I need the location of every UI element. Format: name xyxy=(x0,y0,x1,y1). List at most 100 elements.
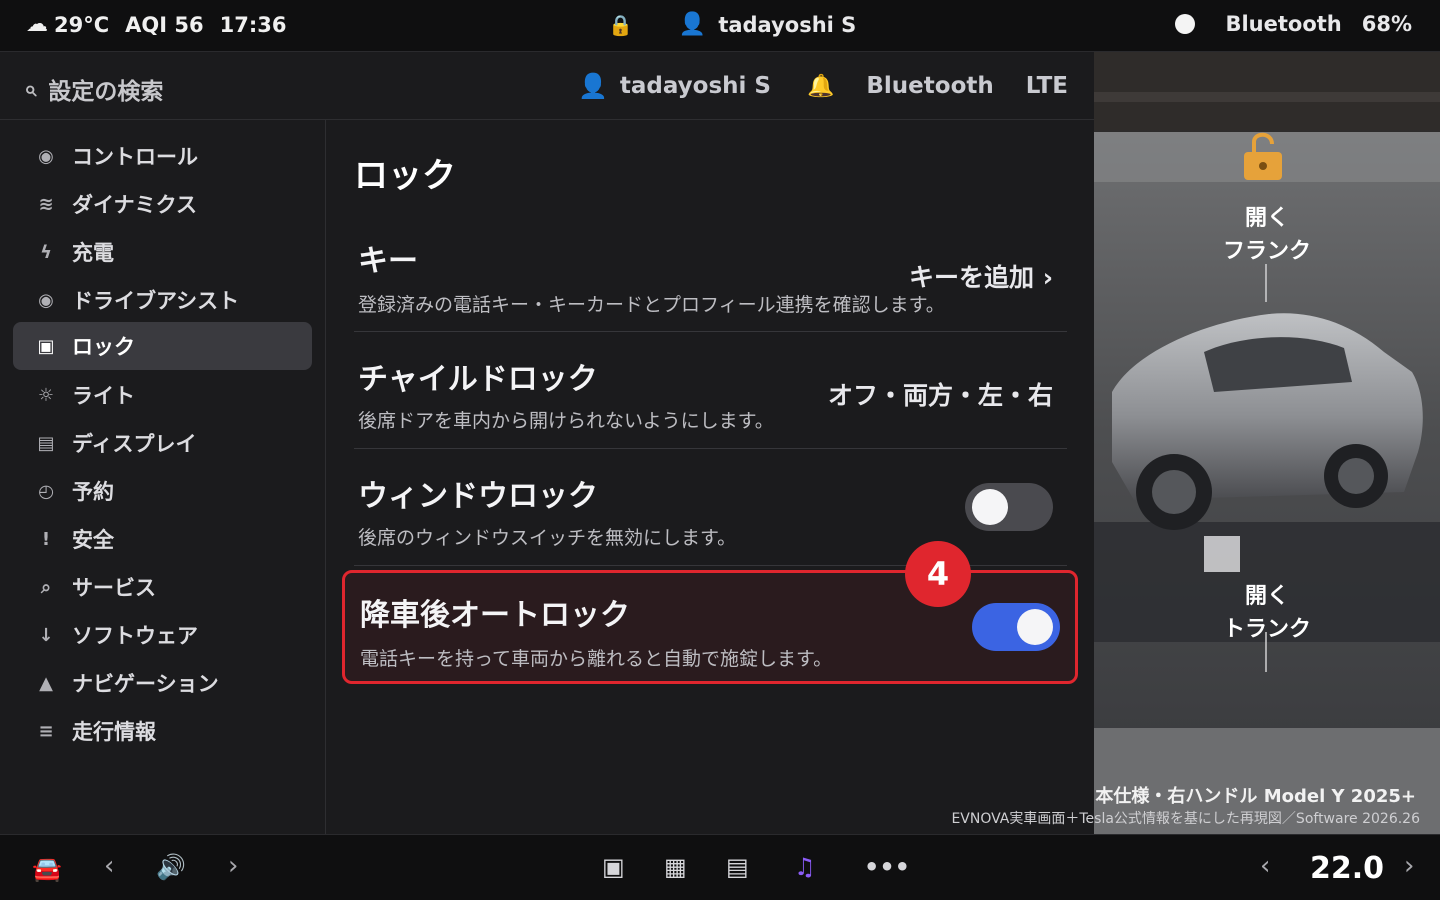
search-icon: ⌕ xyxy=(24,76,37,102)
car-icon[interactable]: 🚘 xyxy=(32,855,62,883)
cloud-icon: ☁ xyxy=(26,12,48,37)
photo-credit: EVNOVA実車画面＋Tesla公式情報を基にした再現図／Software 20… xyxy=(951,811,1420,827)
software-icon: ↓ xyxy=(38,624,54,646)
sidebar-item-trips[interactable]: ≡ 走行情報 xyxy=(13,707,312,755)
window-lock-toggle[interactable] xyxy=(965,483,1053,531)
speaker-icon[interactable]: 🔊 xyxy=(156,853,186,881)
setting-description: 後席のウィンドウスイッチを無効にします。 xyxy=(358,527,737,549)
light-icon: ☼ xyxy=(37,384,55,406)
sidebar-item-label: 充電 xyxy=(72,241,114,265)
search-input[interactable]: ⌕ 設定の検索 xyxy=(24,72,163,106)
trunk-label-line2: トランク xyxy=(1222,617,1311,642)
sidebar-item-label: 安全 xyxy=(72,528,114,552)
bottom-bar: 🚘 ‹ 🔊 › ▣ ▦ ▤ ♫ ••• ‹ 22.0 › xyxy=(0,834,1440,900)
service-icon: ⌕ xyxy=(40,576,52,598)
music-icon[interactable]: ♫ xyxy=(794,853,816,881)
profile-icon[interactable]: 👤 xyxy=(578,72,608,100)
cabin-temperature: 22.0 xyxy=(1310,851,1385,886)
safety-icon: ! xyxy=(41,528,51,550)
sidebar-item-light[interactable]: ☼ ライト xyxy=(13,371,312,419)
schedule-icon: ◴ xyxy=(38,480,54,502)
network-status: LTE xyxy=(1025,73,1068,99)
search-placeholder: 設定の検索 xyxy=(48,79,164,105)
sidebar-item-schedule[interactable]: ◴ 予約 xyxy=(13,467,312,515)
setting-title: ウィンドウロック xyxy=(358,479,598,514)
settings-header: ⌕ 設定の検索 👤 tadayoshi S 🔔 Bluetooth LTE xyxy=(0,52,1094,120)
sidebar-item-label: ダイナミクス xyxy=(72,193,197,217)
volume-up-chevron-icon[interactable]: › xyxy=(228,851,238,881)
status-dot-icon xyxy=(1175,14,1196,34)
sidebar-item-label: 走行情報 xyxy=(72,720,156,744)
status-bar: ☁ 29°C AQI 56 17:36 🔒 👤 tadayoshi S Blue… xyxy=(0,0,1440,52)
drive-assist-icon: ◉ xyxy=(38,289,54,311)
lock-icon: ▣ xyxy=(37,335,55,357)
outside-temperature: 29°C xyxy=(54,12,110,37)
child-lock-selector[interactable]: オフ・両方・左・右 xyxy=(828,376,1053,412)
user-icon: 👤 xyxy=(678,12,707,37)
toggle-knob xyxy=(972,489,1008,525)
sidebar-item-lock[interactable]: ▣ ロック xyxy=(13,322,312,370)
walk-away-lock-toggle[interactable] xyxy=(972,603,1060,651)
bluetooth-status[interactable]: Bluetooth xyxy=(1225,12,1341,36)
header-profile-name[interactable]: tadayoshi S xyxy=(620,73,771,99)
setting-row-keys: キー 登録済みの電話キー・キーカードとプロフィール連携を確認します。 キーを追加… xyxy=(354,214,1067,332)
car-screen-photo xyxy=(1094,52,1440,834)
battery-level: 68% xyxy=(1361,12,1412,36)
sidebar-item-label: ソフトウェア xyxy=(72,624,198,648)
frunk-label-line1: 開く xyxy=(1244,206,1289,231)
charging-icon: ϟ xyxy=(40,241,52,263)
sidebar-item-label: コントロール xyxy=(72,145,198,169)
grid-app-icon[interactable]: ▦ xyxy=(664,853,687,881)
setting-title: キー xyxy=(358,244,418,279)
page-title: ロック xyxy=(354,156,456,196)
toggle-knob xyxy=(1017,609,1053,645)
temp-up-chevron-icon[interactable]: › xyxy=(1404,851,1414,881)
controls-icon: ◉ xyxy=(38,145,54,167)
dynamics-icon: ≋ xyxy=(38,193,54,215)
driver-profile-name[interactable]: tadayoshi S xyxy=(718,13,856,37)
lock-status-icon[interactable]: 🔒 xyxy=(608,13,633,37)
sidebar-item-label: 予約 xyxy=(72,480,114,504)
setting-row-window-lock: ウィンドウロック 後席のウィンドウスイッチを無効にします。 xyxy=(354,449,1067,566)
header-bluetooth[interactable]: Bluetooth xyxy=(866,73,993,99)
vehicle-photo: 開く フランク 開く トランク 日本仕様・右ハンドル Model Y 2025+ xyxy=(1094,52,1440,834)
setting-title: チャイルドロック xyxy=(358,362,598,397)
setting-description: 登録済みの電話キー・キーカードとプロフィール連携を確認します。 xyxy=(358,294,945,316)
bell-icon[interactable]: 🔔 xyxy=(807,74,834,99)
setting-description: 後席ドアを車内から開けられないようにします。 xyxy=(358,410,774,432)
sidebar-item-navigation[interactable]: ▲ ナビゲーション xyxy=(13,659,312,707)
open-trunk-label[interactable]: 開く トランク xyxy=(1212,580,1322,646)
sidebar-item-controls[interactable]: ◉ コントロール xyxy=(13,132,312,180)
sidebar-item-label: ドライブアシスト xyxy=(72,289,240,313)
setting-row-child-lock: チャイルドロック 後席ドアを車内から開けられないようにします。 オフ・両方・左・… xyxy=(354,332,1067,449)
sidebar-item-safety[interactable]: ! 安全 xyxy=(13,515,312,563)
setting-title: 降車後オートロック xyxy=(360,598,630,633)
sidebar-item-label: ナビゲーション xyxy=(72,672,219,696)
volume-down-chevron-icon[interactable]: ‹ xyxy=(104,851,114,881)
trips-icon: ≡ xyxy=(38,720,54,742)
open-frunk-label[interactable]: 開く フランク xyxy=(1212,202,1322,268)
sidebar-item-service[interactable]: ⌕ サービス xyxy=(13,563,312,611)
sidebar-item-label: ディスプレイ xyxy=(72,432,197,456)
lock-app-icon[interactable]: ▣ xyxy=(602,853,625,881)
sidebar-item-label: サービス xyxy=(72,576,156,600)
settings-content: ロック キー 登録済みの電話キー・キーカードとプロフィール連携を確認します。 キ… xyxy=(326,120,1094,834)
sidebar-item-charging[interactable]: ϟ 充電 xyxy=(13,228,312,276)
sidebar-item-label: ロック xyxy=(72,335,135,359)
clock: 17:36 xyxy=(219,12,287,37)
aqi: AQI 56 xyxy=(125,12,204,37)
sidebar-item-drive-assist[interactable]: ◉ ドライブアシスト xyxy=(13,276,312,324)
sidebar-item-label: ライト xyxy=(72,384,135,408)
trunk-label-line1: 開く xyxy=(1244,584,1289,609)
sidebar-item-dynamics[interactable]: ≋ ダイナミクス xyxy=(13,180,312,228)
add-key-button[interactable]: キーを追加 › xyxy=(909,258,1053,294)
more-icon[interactable]: ••• xyxy=(864,853,910,881)
temp-down-chevron-icon[interactable]: ‹ xyxy=(1260,851,1270,881)
sidebar-item-software[interactable]: ↓ ソフトウェア xyxy=(13,611,312,659)
frunk-label-line2: フランク xyxy=(1222,239,1311,264)
sidebar-item-display[interactable]: ▤ ディスプレイ xyxy=(13,419,312,467)
list-app-icon[interactable]: ▤ xyxy=(726,853,749,881)
settings-sidebar: ◉ コントロール ≋ ダイナミクス ϟ 充電 ◉ ドライブアシスト ▣ ロック ☼ ライト … xyxy=(0,120,326,834)
display-icon: ▤ xyxy=(37,432,55,454)
photo-caption: 日本仕様・右ハンドル Model Y 2025+ xyxy=(1094,786,1416,807)
